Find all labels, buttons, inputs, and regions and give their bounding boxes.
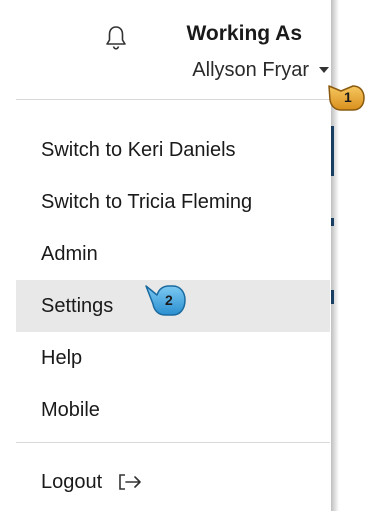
user-header: Working As Allyson Fryar (0, 0, 331, 96)
menu-item-label: Settings (41, 294, 114, 317)
panel-shadow (331, 0, 339, 511)
logout-arrow-icon (118, 473, 144, 491)
menu-item-switch-tricia[interactable]: Switch to Tricia Fleming (16, 176, 330, 228)
menu-item-mobile[interactable]: Mobile (16, 384, 330, 436)
menu-item-switch-keri[interactable]: Switch to Keri Daniels (16, 124, 330, 176)
menu-item-label: Admin (41, 242, 98, 265)
menu-item-label: Switch to Tricia Fleming (41, 190, 253, 213)
menu-item-label: Mobile (41, 398, 100, 421)
logout-button[interactable]: Logout (16, 456, 330, 508)
bell-icon[interactable] (101, 23, 131, 53)
menu-item-admin[interactable]: Admin (16, 228, 330, 280)
step-callout-1: 1 (325, 83, 367, 113)
callout-number: 1 (344, 89, 352, 105)
divider (16, 442, 330, 443)
divider (16, 99, 330, 100)
working-as-label: Working As (186, 22, 302, 45)
logout-label: Logout (41, 470, 103, 493)
menu-item-help[interactable]: Help (16, 332, 330, 384)
menu-item-label: Switch to Keri Daniels (41, 138, 236, 161)
chevron-down-icon[interactable] (319, 67, 329, 73)
current-user-name[interactable]: Allyson Fryar (120, 59, 309, 82)
menu-item-label: Help (41, 346, 83, 369)
user-menu-dropdown: Working As Allyson Fryar Switch to Keri … (0, 0, 331, 511)
callout-number: 2 (165, 292, 173, 308)
step-callout-2: 2 (143, 283, 189, 319)
menu-list: Switch to Keri Daniels Switch to Tricia … (16, 124, 330, 436)
